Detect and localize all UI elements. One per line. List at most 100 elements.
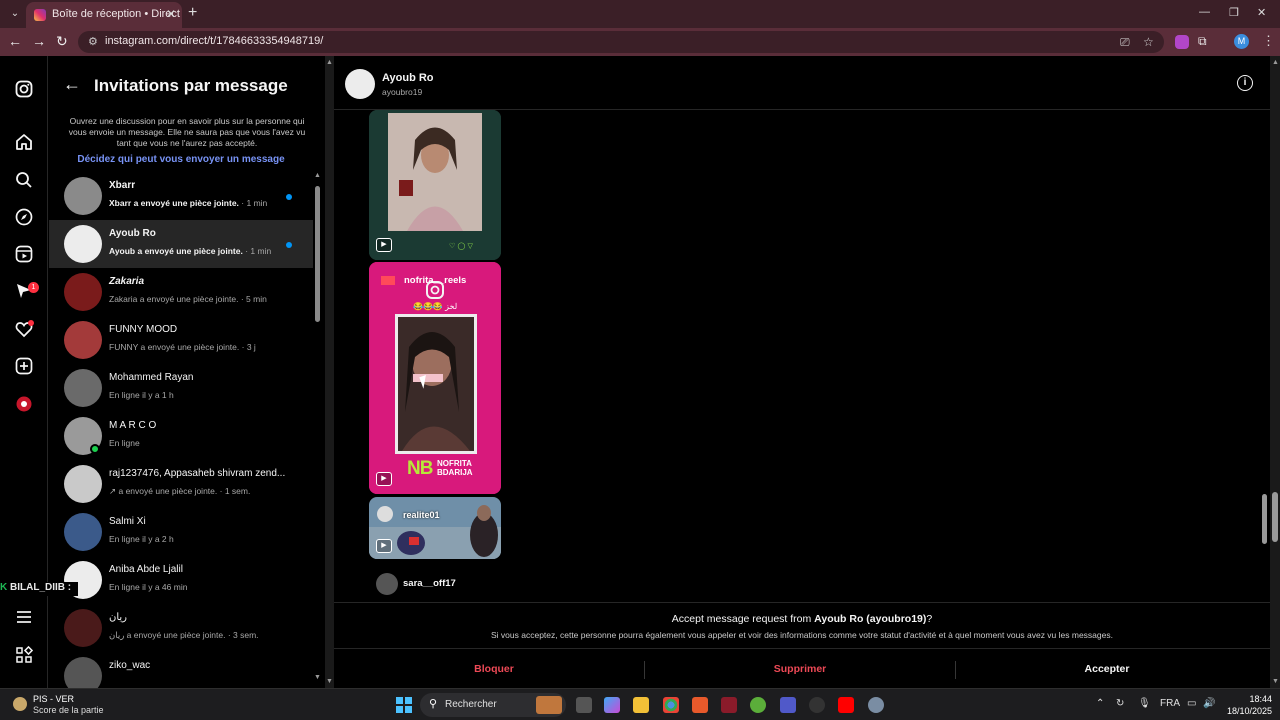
shared-reel-message[interactable]: ♡ ◯ ▽ ▶ bbox=[369, 110, 501, 260]
requests-list: Xbarr Xbarr a envoyé une pièce jointe. · … bbox=[49, 172, 313, 688]
youtube-icon[interactable] bbox=[838, 697, 854, 713]
reload-icon[interactable]: ↻ bbox=[56, 33, 68, 50]
list-item[interactable]: Zakaria Zakaria a envoyé une pièce jointe… bbox=[49, 268, 313, 316]
chrome-icon[interactable] bbox=[663, 697, 679, 713]
request-preview-text: Xbarr a envoyé une pièce jointe. bbox=[109, 198, 239, 208]
requests-scroll-thumb[interactable] bbox=[315, 186, 320, 322]
new-tab-icon[interactable]: + bbox=[188, 4, 197, 22]
list-item[interactable]: Salmi Xi En ligne il y a 2 h bbox=[49, 508, 313, 556]
list-item[interactable]: ziko_wac bbox=[49, 652, 313, 688]
chat-scroll-thumb[interactable] bbox=[1262, 494, 1267, 544]
scroll-down-icon[interactable]: ▼ bbox=[314, 674, 321, 681]
browser-menu-icon[interactable]: ⋮ bbox=[1262, 33, 1275, 49]
request-preview-text: Ayoub a envoyé une pièce jointe. bbox=[109, 246, 243, 256]
copilot-icon[interactable] bbox=[604, 697, 620, 713]
scroll-up-icon[interactable]: ▲ bbox=[314, 172, 321, 179]
home-icon[interactable] bbox=[14, 133, 34, 153]
request-preview: ↗ a envoyé une pièce jointe. · 1 sem. bbox=[109, 486, 250, 497]
scroll-down-icon[interactable]: ▼ bbox=[326, 678, 333, 685]
scroll-down-icon[interactable]: ▼ bbox=[1272, 678, 1279, 685]
request-name: Aniba Abde Ljalil bbox=[109, 564, 183, 575]
chat-scrollbar[interactable] bbox=[1260, 110, 1270, 602]
panel-outer-scrollbar[interactable]: ▲ ▼ bbox=[325, 56, 334, 688]
minimize-icon[interactable]: — bbox=[1199, 6, 1210, 18]
list-item[interactable]: ريان ريان a envoyé une pièce jointe. · 3 … bbox=[49, 604, 313, 652]
taskbar-clock[interactable]: 18:44 18/10/2025 bbox=[1220, 693, 1272, 717]
install-app-icon[interactable]: ⎚ bbox=[1120, 35, 1130, 50]
restore-icon[interactable]: ❐ bbox=[1229, 6, 1239, 19]
network-icon[interactable]: ▭ bbox=[1187, 698, 1196, 709]
page-scrollbar[interactable]: ▲ ▼ bbox=[1270, 56, 1280, 688]
delete-button[interactable]: Supprimer bbox=[645, 649, 955, 690]
browser-tab[interactable]: Boîte de réception • Direct ✕ bbox=[26, 2, 182, 28]
app-icon[interactable] bbox=[809, 697, 825, 713]
volume-icon[interactable]: 🔊 bbox=[1203, 698, 1215, 709]
list-item[interactable]: raj1237476, Appasaheb shivram zend... ↗ a… bbox=[49, 460, 313, 508]
app-icon[interactable] bbox=[692, 697, 708, 713]
tray-chevron-icon[interactable]: ⌃ bbox=[1096, 698, 1104, 709]
microphone-icon[interactable]: 🎙 bbox=[1138, 698, 1151, 709]
extensions-puzzle-icon[interactable]: ⧉ bbox=[1198, 34, 1207, 49]
list-item[interactable]: Aniba Abde Ljalil En ligne il y a 46 min bbox=[49, 556, 313, 604]
menu-icon[interactable] bbox=[14, 608, 34, 628]
list-item[interactable]: Ayoub Ro Ayoub a envoyé une pièce jointe.… bbox=[49, 220, 313, 268]
online-status-dot bbox=[90, 444, 100, 454]
close-window-icon[interactable]: ✕ bbox=[1257, 6, 1266, 19]
file-explorer-icon[interactable] bbox=[633, 697, 649, 713]
scroll-up-icon[interactable]: ▲ bbox=[326, 59, 333, 66]
taskbar-search[interactable]: ⚲ Rechercher bbox=[420, 693, 566, 717]
url-field[interactable]: ⚙ instagram.com/direct/t/178466333549487… bbox=[78, 31, 1164, 53]
create-icon[interactable] bbox=[14, 357, 34, 377]
shared-reel-message[interactable]: realite01 ▶ bbox=[369, 497, 501, 559]
back-arrow-icon[interactable]: ← bbox=[63, 74, 81, 95]
explore-icon[interactable] bbox=[14, 208, 34, 228]
bookmark-star-icon[interactable]: ☆ bbox=[1143, 35, 1154, 49]
instagram-icon[interactable] bbox=[14, 80, 34, 100]
site-info-icon[interactable]: ⚙ bbox=[88, 35, 98, 48]
reel-icon: ▶ bbox=[376, 472, 392, 486]
search-icon[interactable] bbox=[14, 171, 34, 191]
extension-icon[interactable] bbox=[1175, 35, 1189, 49]
language-indicator[interactable]: FRA bbox=[1160, 698, 1180, 709]
avatar[interactable] bbox=[345, 69, 375, 99]
close-tab-icon[interactable]: ✕ bbox=[166, 7, 176, 21]
reel-brand-logo: NB bbox=[407, 458, 433, 479]
task-view-icon[interactable] bbox=[576, 697, 592, 713]
tray-app-icon[interactable]: ↻ bbox=[1116, 698, 1124, 709]
list-item[interactable]: Xbarr Xbarr a envoyé une pièce jointe. · … bbox=[49, 172, 313, 220]
avatar bbox=[64, 369, 102, 407]
profile-avatar[interactable]: M bbox=[1234, 34, 1249, 49]
list-item[interactable]: FUNNY MOOD FUNNY a envoyé une pièce joint… bbox=[49, 316, 313, 364]
requests-scrollbar[interactable]: ▲ ▼ bbox=[313, 172, 321, 684]
info-icon[interactable]: i bbox=[1237, 75, 1253, 91]
apps-icon[interactable] bbox=[14, 645, 34, 666]
shared-reel-message[interactable]: nofrita__reels 😂😂😂 لخز NB NOFRITA BDARIJ… bbox=[369, 262, 501, 494]
teams-icon[interactable] bbox=[780, 697, 796, 713]
address-bar: ← → ↻ ⚙ instagram.com/direct/t/178466333… bbox=[0, 28, 1280, 56]
list-item[interactable]: Mohammed Rayan En ligne il y a 1 h bbox=[49, 364, 313, 412]
accept-request-bar: Accept message request from Ayoub Ro (ay… bbox=[334, 602, 1270, 688]
widget-icon[interactable] bbox=[13, 697, 27, 711]
back-icon[interactable]: ← bbox=[8, 33, 22, 49]
scroll-up-icon[interactable]: ▲ bbox=[1272, 59, 1279, 66]
tab-search-icon[interactable]: ⌄ bbox=[6, 5, 24, 23]
windows-start-icon[interactable] bbox=[396, 697, 412, 713]
message-settings-link[interactable]: Décidez qui peut vous envoyer un message bbox=[49, 154, 313, 165]
reel-author: nofrita__reels bbox=[404, 275, 467, 286]
page-scroll-thumb[interactable] bbox=[1272, 492, 1278, 542]
reels-icon[interactable] bbox=[14, 245, 34, 265]
chat-contact-name[interactable]: Ayoub Ro bbox=[382, 72, 434, 84]
app-icon[interactable] bbox=[721, 697, 737, 713]
settings-icon[interactable] bbox=[868, 697, 884, 713]
accept-button[interactable]: Accepter bbox=[952, 649, 1262, 690]
list-item[interactable]: M A R C O En ligne bbox=[49, 412, 313, 460]
avatar[interactable] bbox=[376, 573, 398, 595]
forward-icon[interactable]: → bbox=[32, 33, 46, 49]
shared-by-username[interactable]: sara__off17 bbox=[403, 578, 456, 589]
app-icon[interactable] bbox=[750, 697, 766, 713]
request-name: ziko_wac bbox=[109, 660, 151, 671]
block-button[interactable]: Bloquer bbox=[339, 649, 649, 690]
accept-info-text: Si vous acceptez, cette personne pourra … bbox=[491, 630, 1113, 640]
profile-icon[interactable] bbox=[14, 395, 34, 415]
widget-title[interactable]: PIS - VER bbox=[33, 694, 74, 704]
